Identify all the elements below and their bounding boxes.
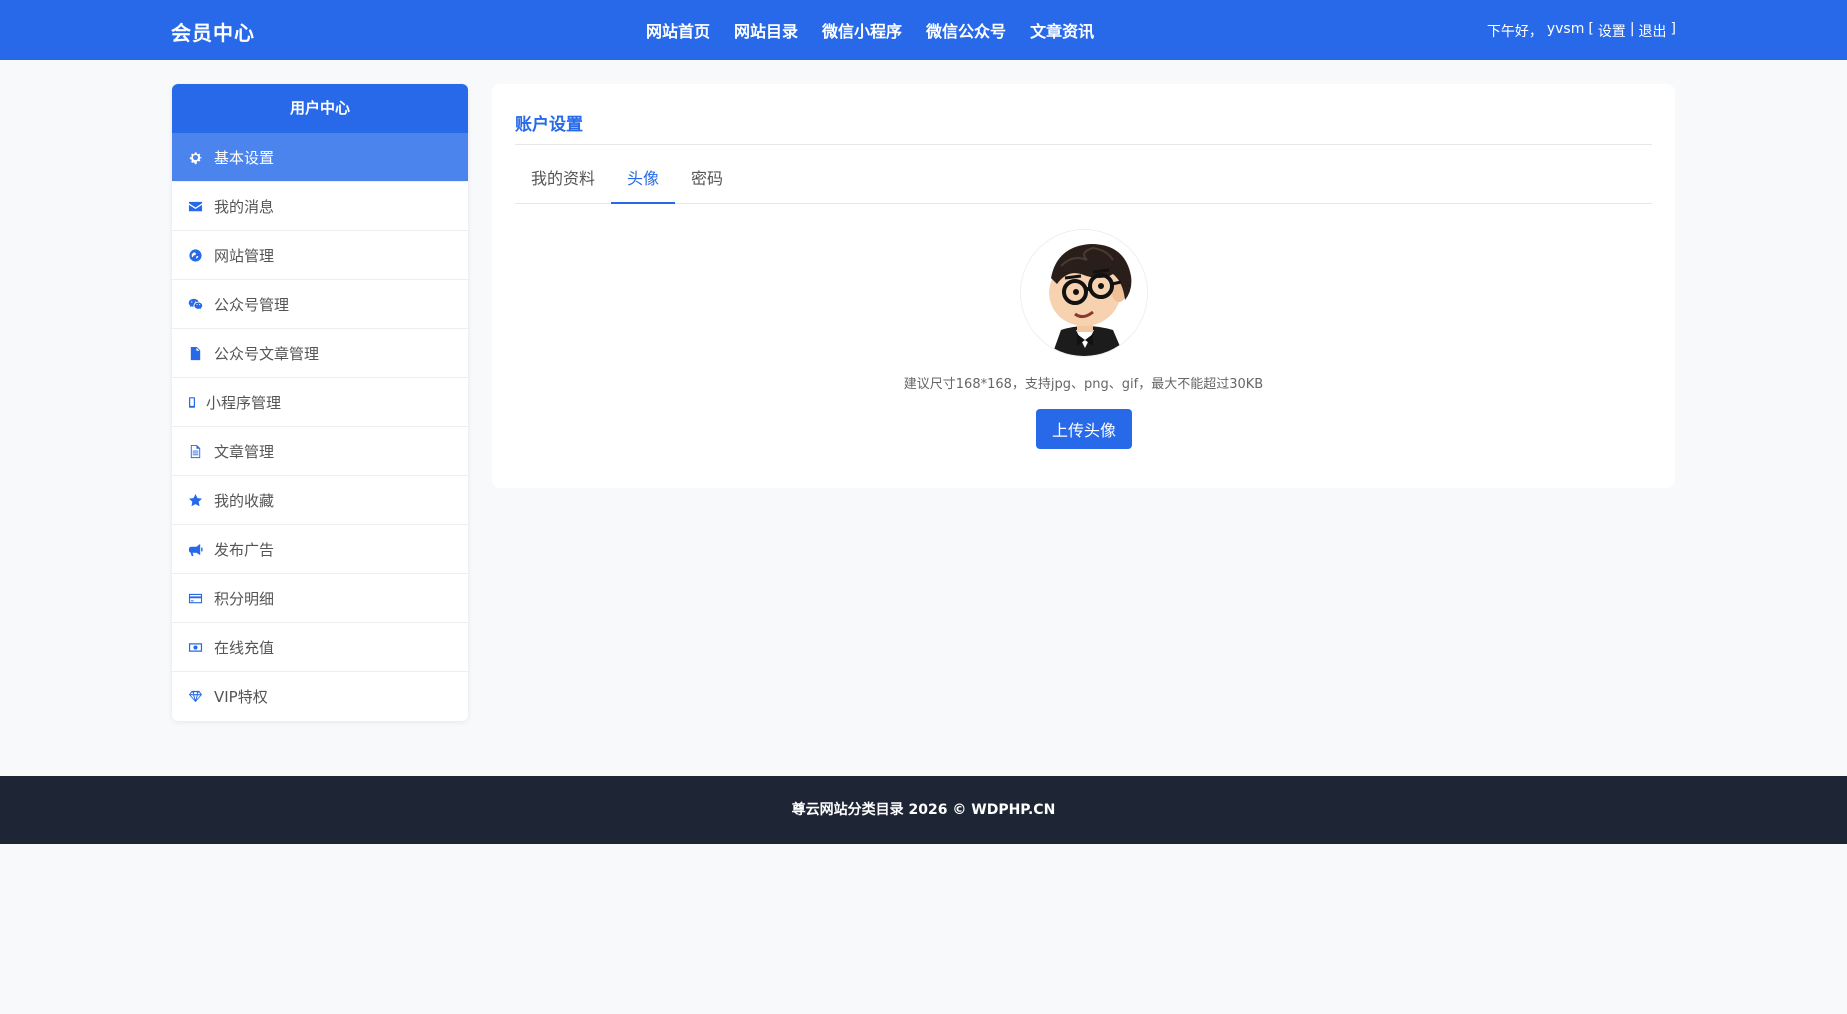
brand-title[interactable]: 会员中心 xyxy=(171,17,255,46)
mobile-icon xyxy=(186,393,198,411)
nav-link-directory[interactable]: 网站目录 xyxy=(734,18,798,42)
avatar-cartoon-image xyxy=(1021,230,1147,356)
sidebar-item-label: 网站管理 xyxy=(214,246,275,265)
sidebar-title: 用户中心 xyxy=(172,84,468,133)
star-icon xyxy=(186,491,204,509)
sidebar-item-favorites[interactable]: 我的收藏 xyxy=(172,476,468,525)
account-settings-panel: 账户设置 我的资料 头像 密码 建议尺寸168*168，支持jpg、png、gi… xyxy=(492,84,1675,488)
sidebar-item-miniprogram[interactable]: 小程序管理 xyxy=(172,378,468,427)
sidebar-item-label: 公众号文章管理 xyxy=(214,344,320,363)
gear-icon xyxy=(186,148,204,166)
bracket-close: ] xyxy=(1670,21,1676,37)
separator: | xyxy=(1629,21,1635,37)
settings-tabs: 我的资料 头像 密码 xyxy=(515,164,1652,204)
page-title: 账户设置 xyxy=(515,115,583,135)
nav-link-official-account[interactable]: 微信公众号 xyxy=(926,18,1006,42)
credit-card-icon xyxy=(186,589,204,607)
sidebar-item-messages[interactable]: 我的消息 xyxy=(172,182,468,231)
footer-copyright: 尊云网站分类目录 2026 © WDPHP.CN xyxy=(791,802,1056,818)
avatar-size-hint: 建议尺寸168*168，支持jpg、png、gif，最大不能超过30KB xyxy=(903,377,1264,392)
user-bar: 下午好， yvsm [ 设置 | 退出 ] xyxy=(1487,21,1676,41)
tab-password[interactable]: 密码 xyxy=(675,164,739,204)
username: yvsm xyxy=(1546,21,1585,37)
wechat-icon xyxy=(186,295,204,313)
diamond-icon xyxy=(186,688,204,706)
title-divider xyxy=(515,144,1652,145)
nav-link-miniprogram[interactable]: 微信小程序 xyxy=(822,18,902,42)
sidebar-item-publish-ad[interactable]: 发布广告 xyxy=(172,525,468,574)
sidebar-item-label: 文章管理 xyxy=(214,442,275,461)
sidebar-item-points[interactable]: 积分明细 xyxy=(172,574,468,623)
sidebar: 用户中心 基本设置 我的消息 网站管理 公众号管理 公众号文章管理 小程序管理 … xyxy=(172,84,468,721)
globe-icon xyxy=(186,246,204,264)
sidebar-item-official-articles[interactable]: 公众号文章管理 xyxy=(172,329,468,378)
money-icon xyxy=(186,638,204,656)
upload-avatar-button[interactable]: 上传头像 xyxy=(1036,409,1132,449)
sidebar-item-article-management[interactable]: 文章管理 xyxy=(172,427,468,476)
megaphone-icon xyxy=(186,540,204,558)
sidebar-item-label: 我的消息 xyxy=(214,197,275,216)
bracket-open: [ xyxy=(1588,21,1594,37)
top-navbar: 会员中心 网站首页 网站目录 微信小程序 微信公众号 文章资讯 下午好， yvs… xyxy=(0,0,1847,60)
sidebar-item-label: 积分明细 xyxy=(214,589,275,608)
sidebar-item-basic-settings[interactable]: 基本设置 xyxy=(172,133,468,182)
settings-link[interactable]: 设置 xyxy=(1598,21,1626,41)
nav-link-home[interactable]: 网站首页 xyxy=(646,18,710,42)
tab-avatar[interactable]: 头像 xyxy=(611,164,676,204)
sidebar-item-label: 发布广告 xyxy=(214,540,275,559)
sidebar-item-label: 公众号管理 xyxy=(214,295,290,314)
document-icon xyxy=(186,344,204,362)
sidebar-item-vip[interactable]: VIP特权 xyxy=(172,672,468,721)
sidebar-item-label: 小程序管理 xyxy=(206,393,282,412)
file-text-icon xyxy=(186,442,204,460)
sidebar-item-label: 基本设置 xyxy=(214,148,275,167)
sidebar-item-official-account[interactable]: 公众号管理 xyxy=(172,280,468,329)
tab-profile[interactable]: 我的资料 xyxy=(515,164,611,204)
envelope-icon xyxy=(186,197,204,215)
sidebar-item-label: VIP特权 xyxy=(214,688,268,706)
sidebar-item-label: 我的收藏 xyxy=(214,491,275,510)
sidebar-item-recharge[interactable]: 在线充值 xyxy=(172,623,468,672)
greeting-text: 下午好， xyxy=(1486,24,1543,40)
main-nav: 网站首页 网站目录 微信小程序 微信公众号 文章资讯 xyxy=(646,0,1118,60)
logout-link[interactable]: 退出 xyxy=(1639,21,1667,41)
nav-link-articles[interactable]: 文章资讯 xyxy=(1030,18,1094,42)
sidebar-item-site-management[interactable]: 网站管理 xyxy=(172,231,468,280)
avatar xyxy=(1020,229,1148,357)
footer: 尊云网站分类目录 2026 © WDPHP.CN xyxy=(0,776,1847,844)
sidebar-item-label: 在线充值 xyxy=(214,638,275,657)
